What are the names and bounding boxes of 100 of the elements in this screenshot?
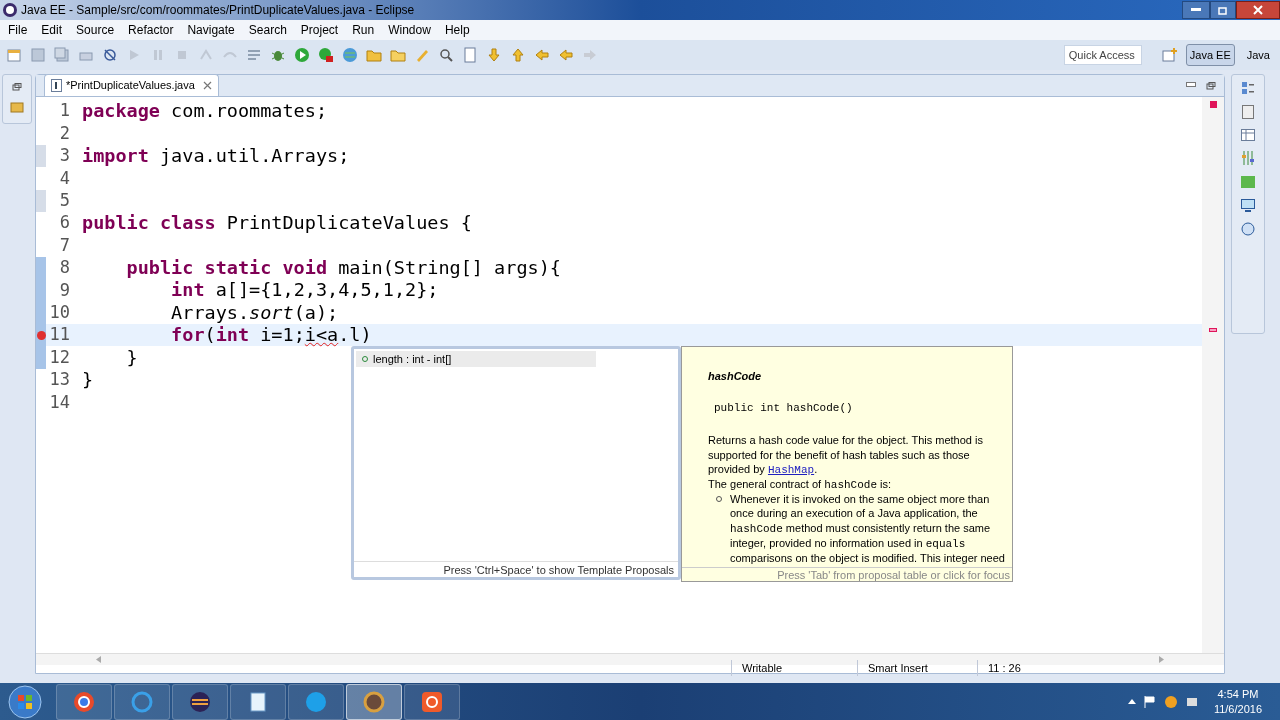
line-number: 8: [58, 256, 70, 280]
method-signature: public int hashCode(): [713, 401, 854, 416]
proposal-item[interactable]: length : int - int[]: [356, 351, 596, 367]
chevron-up-icon[interactable]: [1127, 699, 1136, 704]
restore-icon: [1218, 5, 1228, 15]
line-number: 6: [58, 211, 70, 235]
document-icon[interactable]: [462, 47, 478, 63]
perspective-tab[interactable]: Java: [1242, 44, 1274, 66]
save-all-icon[interactable]: [54, 47, 70, 63]
restore-icon[interactable]: [12, 83, 22, 91]
line-number: 12: [48, 345, 70, 369]
sliders-icon[interactable]: [1241, 151, 1255, 165]
code-line: int a[]={1,2,3,4,5,1,2};: [170, 278, 439, 303]
minimize-button[interactable]: [1182, 1, 1210, 19]
taskbar-app[interactable]: [288, 683, 344, 720]
close-icon[interactable]: [202, 81, 212, 90]
perspective-tab[interactable]: Java EE: [1185, 44, 1235, 66]
line-number: 9: [58, 278, 70, 302]
restore-button[interactable]: [1210, 1, 1236, 19]
menu-item[interactable]: Project: [294, 21, 345, 39]
minimize-icon[interactable]: [1186, 82, 1196, 87]
error-overview-marker[interactable]: [1209, 101, 1217, 108]
status-text: Smart Insert: [857, 659, 977, 677]
line-number: 13: [48, 368, 70, 392]
horizontal-scrollbar[interactable]: [36, 653, 1224, 665]
menu-item[interactable]: File: [2, 21, 34, 39]
record-icon: [420, 689, 444, 714]
clock-date: 11/6/2016: [1213, 701, 1262, 717]
doc-paragraph: Whenever it is invoked on the same object more than once during an execution of a Java application, the hashCode method must consistently return the same integer, provided no information used in equals comparisons on the object is modified. This integer need: [730, 492, 1006, 566]
editor-tab[interactable]: *PrintDuplicateValues.java: [44, 74, 219, 96]
open-perspective-icon[interactable]: [1161, 47, 1178, 63]
taskbar-app[interactable]: [230, 683, 286, 720]
code-line: }: [82, 368, 94, 392]
clock-time: 4:54 PM: [1217, 686, 1259, 702]
minimize-icon: [1191, 8, 1201, 12]
line-number: 10: [48, 300, 70, 324]
pencil-icon[interactable]: [414, 47, 430, 63]
arrow-down-icon[interactable]: [486, 47, 502, 63]
menu-item[interactable]: Run: [346, 21, 381, 39]
doc-paragraph: Returns a hash code value for the object. This method is supported for the benefit of hash tables such as those provided by HashMap.: [708, 433, 984, 477]
run-server-icon[interactable]: [318, 47, 334, 63]
search-icon[interactable]: [438, 47, 454, 63]
window-title: Java EE - Sample/src/com/roommates/PrintDuplicateValues.java - Eclipse: [21, 2, 415, 19]
circle-icon[interactable]: [1163, 694, 1178, 709]
taskbar-app[interactable]: [404, 683, 460, 720]
line-number: 3: [58, 144, 70, 168]
hint-text: Press 'Ctrl+Space' to show Template Proposals: [354, 561, 678, 577]
taskbar-app[interactable]: [346, 683, 402, 720]
save-icon[interactable]: [30, 47, 46, 63]
code-line: package com.roommates;: [82, 99, 328, 124]
back-icon[interactable]: [534, 47, 550, 63]
code-line: Arrays.sort(a);: [170, 300, 339, 325]
folder-icon[interactable]: [366, 47, 382, 63]
code-line: public static void main(String[] args){: [125, 256, 561, 281]
code-line: for(int i=1;i<a.l): [170, 323, 372, 348]
menu-item[interactable]: Navigate: [181, 21, 241, 39]
line-number: 2: [58, 121, 70, 145]
doc-paragraph: The general contract of hashCode is:: [708, 477, 893, 493]
search-field[interactable]: Quick Access: [1063, 45, 1142, 65]
taskbar-app[interactable]: [172, 683, 228, 720]
eclipse-logo-icon: [2, 2, 18, 18]
menu-item[interactable]: Source: [70, 21, 121, 39]
maximize-icon[interactable]: [1206, 82, 1216, 90]
document-icon[interactable]: [1242, 105, 1254, 119]
globe-icon[interactable]: [342, 47, 358, 63]
start-button[interactable]: [8, 684, 42, 719]
flag-icon[interactable]: [1143, 695, 1156, 708]
arrow-up-icon[interactable]: [510, 47, 526, 63]
menu-item[interactable]: Edit: [35, 21, 69, 39]
eclipse-icon: [188, 689, 212, 714]
menu-item[interactable]: Search: [242, 21, 293, 39]
code-line: }: [125, 345, 138, 370]
outline-icon[interactable]: [1241, 81, 1255, 95]
line-number: 7: [58, 233, 70, 257]
code-line: public class PrintDuplicateValues {: [82, 211, 472, 236]
status-text: Writable: [731, 659, 857, 677]
list-icon[interactable]: [246, 47, 262, 63]
table-icon[interactable]: [1241, 129, 1255, 141]
scroll-left-icon[interactable]: [96, 656, 101, 663]
hint-text: Press 'Tab' from proposal table or click for focus: [682, 567, 1012, 581]
new-file-icon[interactable]: [6, 47, 22, 63]
close-button[interactable]: [1236, 1, 1280, 19]
doc-title: hashCode: [708, 369, 763, 384]
scroll-right-icon[interactable]: [1159, 656, 1164, 663]
line-number: 11: [48, 323, 70, 347]
taskbar-app[interactable]: [56, 683, 112, 720]
close-icon: [1253, 5, 1263, 15]
cursor-position: 11 : 26: [977, 659, 1077, 677]
back-icon[interactable]: [558, 47, 574, 63]
menu-item[interactable]: Window: [382, 21, 437, 39]
line-number: 4: [58, 166, 70, 190]
monitor-icon[interactable]: [1241, 199, 1255, 212]
menu-item[interactable]: Refactor: [122, 21, 180, 39]
error-marker[interactable]: [1209, 328, 1217, 332]
line-number: 14: [48, 390, 70, 414]
open-folder-icon[interactable]: [390, 47, 406, 63]
code-line: import java.util.Arrays;: [82, 144, 350, 169]
line-number: 5: [58, 189, 70, 212]
menu-item[interactable]: Help: [438, 21, 476, 39]
run-icon[interactable]: [294, 47, 310, 63]
